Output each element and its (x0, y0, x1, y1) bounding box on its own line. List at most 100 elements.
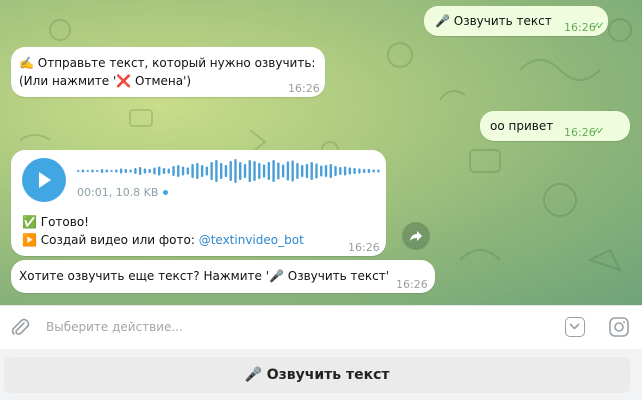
paperclip-icon[interactable] (9, 317, 31, 339)
waveform-bar (277, 162, 280, 180)
waveform-bar (172, 166, 175, 176)
waveform-bar (334, 166, 337, 176)
play-icon (39, 172, 51, 188)
keyboard-toggle-button[interactable] (565, 317, 585, 337)
waveform-bar (205, 166, 209, 176)
waveform-bar (343, 166, 347, 176)
double-check-icon: ✓✓ (592, 21, 605, 32)
message-outgoing-1[interactable]: 🎤 Озвучить текст 16:26 ✓✓ (424, 6, 608, 36)
waveform-bar (138, 167, 142, 175)
message-text-line1: ✍️ Отправьте текст, который нужно озвучи… (19, 56, 316, 70)
waveform-bar (305, 164, 309, 178)
message-incoming-5[interactable]: Хотите озвучить еще текст? Нажмите '🎤 Оз… (11, 260, 435, 293)
waveform-bar (215, 160, 218, 182)
waveform-bar (243, 164, 247, 178)
waveform-bar (219, 163, 223, 179)
message-input-bar: Выберите действие... (0, 305, 642, 350)
waveform-bar (105, 169, 108, 173)
waveform-bar (77, 170, 80, 172)
waveform-bar (358, 168, 361, 174)
waveform-bar (148, 169, 151, 173)
waveform-bar (324, 165, 328, 177)
waveform-bar (177, 165, 180, 177)
waveform-bar (210, 162, 213, 180)
chevron-down-icon (569, 323, 580, 330)
waveform-bar (115, 169, 118, 173)
waveform-bar (229, 161, 232, 181)
waveform-bar (124, 169, 128, 173)
message-text: 🎤 Озвучить текст (435, 14, 552, 28)
waveform-bar (191, 164, 194, 178)
waveform-bar (262, 164, 266, 178)
message-text-line1: ✅ Готово! (22, 215, 89, 229)
waveform-bar (272, 160, 275, 182)
waveform-bar (248, 160, 251, 182)
waveform-bar (143, 168, 147, 174)
message-outgoing-3[interactable]: оо привет 16:26 ✓✓ (480, 111, 630, 141)
waveform-bar (167, 168, 170, 174)
waveform-bar (100, 169, 104, 173)
waveform-bar (134, 168, 137, 174)
waveform-bar (320, 165, 323, 177)
message-incoming-voice[interactable]: 00:01, 10.8 KB ✅ Готово! ▶️ Создай видео… (11, 150, 386, 256)
keyboard-button-speak-text[interactable]: 🎤 Озвучить текст (4, 357, 630, 393)
message-time: 16:26 (396, 278, 428, 291)
waveform-bar (81, 169, 85, 173)
message-input[interactable]: Выберите действие... (46, 320, 183, 334)
voice-meta: 00:01, 10.8 KB (77, 186, 159, 199)
message-text-prefix: ▶️ Создай видео или фото: (22, 233, 199, 247)
waveform-bar (186, 167, 190, 175)
unread-dot (163, 190, 168, 195)
bot-link[interactable]: @textinvideo_bot (199, 233, 304, 247)
message-text: Хотите озвучить еще текст? Нажмите '🎤 Оз… (19, 269, 390, 283)
waveform-bar (286, 161, 290, 181)
reply-keyboard: 🎤 Озвучить текст (0, 349, 642, 400)
waveform-bar (91, 169, 94, 173)
waveform-bar (181, 166, 185, 176)
waveform-bar (367, 169, 371, 173)
waveform-bar (339, 167, 342, 175)
waveform-bar (86, 170, 89, 172)
waveform-bar (377, 169, 380, 173)
waveform-bar (291, 160, 294, 182)
waveform-bar (315, 163, 318, 179)
message-time: 16:26 (348, 241, 380, 254)
waveform-bar (110, 170, 113, 172)
waveform-bar (196, 163, 199, 179)
message-text: оо привет (490, 119, 554, 133)
waveform-bar (353, 168, 356, 174)
instagram-camera-icon[interactable] (609, 317, 629, 337)
waveform-bar (119, 168, 123, 174)
waveform-bar (129, 169, 132, 173)
message-time: 16:26 (564, 21, 596, 34)
waveform-bar (153, 167, 156, 175)
waveform-bar (224, 165, 228, 177)
waveform-bar (296, 163, 299, 179)
waveform-bar (300, 165, 304, 177)
voice-waveform[interactable] (77, 156, 382, 186)
waveform-bar (372, 169, 375, 173)
waveform-bar (239, 162, 242, 180)
forward-arrow-icon (410, 231, 422, 241)
waveform-bar (348, 167, 352, 175)
message-text-line2: (Или нажмите '❌ Отмена') (19, 74, 192, 88)
waveform-bar (96, 170, 99, 172)
message-time: 16:26 (564, 126, 596, 139)
chat-area: 🎤 Озвучить текст 16:26 ✓✓ ✍️ Отправьте т… (0, 0, 642, 305)
waveform-bar (281, 164, 285, 178)
waveform-bar (200, 165, 204, 177)
waveform-bar (258, 163, 261, 179)
message-text-line2: ▶️ Создай видео или фото: @textinvideo_b… (22, 232, 304, 249)
message-incoming-2[interactable]: ✍️ Отправьте текст, который нужно озвучи… (11, 47, 325, 97)
waveform-bar (234, 159, 237, 183)
forward-button[interactable] (402, 222, 430, 250)
waveform-bar (162, 168, 166, 174)
waveform-bar (267, 162, 271, 180)
waveform-bar (158, 166, 161, 176)
play-button[interactable] (22, 158, 66, 202)
message-time: 16:26 (288, 82, 320, 95)
double-check-icon: ✓✓ (592, 126, 605, 137)
waveform-bar (253, 161, 256, 181)
waveform-bar (329, 164, 332, 178)
waveform-bar (310, 162, 313, 180)
